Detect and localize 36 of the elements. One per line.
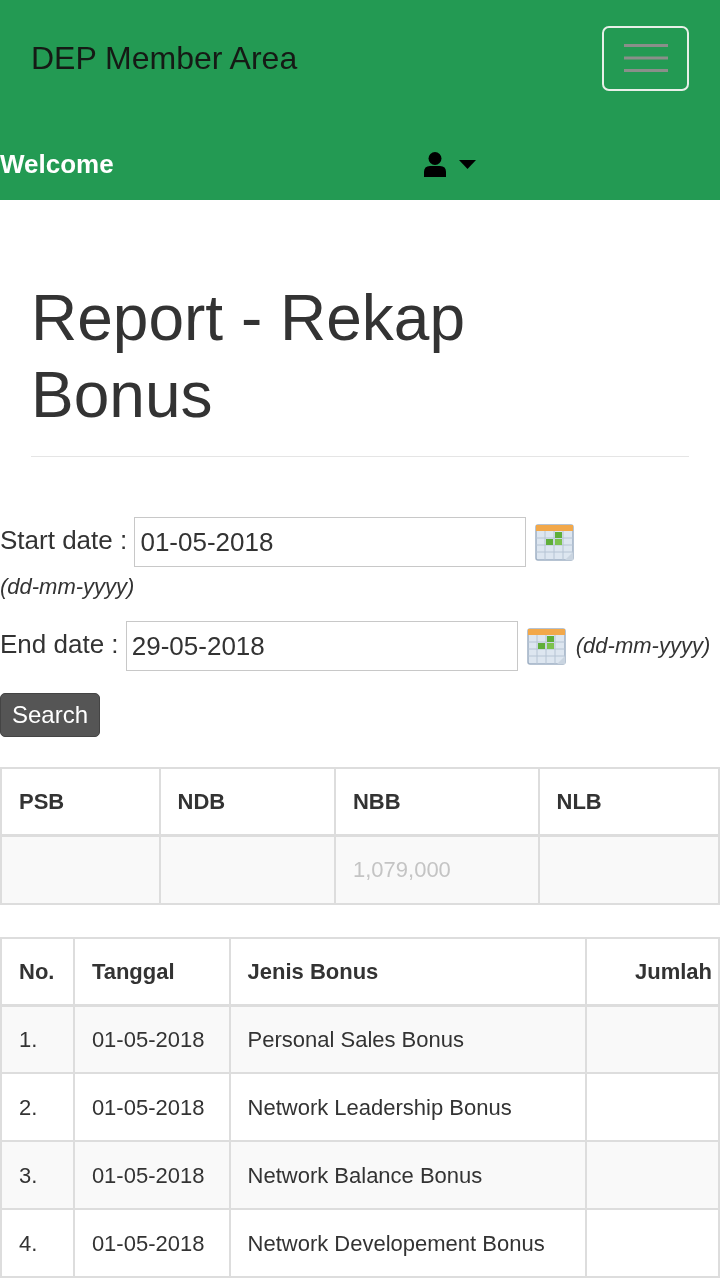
table-cell: 01-05-2018 [73,1209,230,1277]
date-input[interactable]: 29-05-2018 [125,621,518,671]
calendar-icon[interactable] [535,522,576,562]
table-cell: Personal Sales Bonus [229,1005,587,1073]
search-button[interactable]: Search [0,693,101,737]
table-cell: 2. [1,1073,74,1141]
table-cell: 3. [1,1141,74,1209]
table-cell: Network Developement Bonus [229,1209,587,1277]
column-header: NDB [159,768,335,835]
table-cell: Network Balance Bonus [229,1141,587,1209]
field-label: End date : [0,628,119,659]
column-header: NLB [538,768,719,835]
user-icon[interactable] [424,152,446,177]
date-format-note: (dd-mm-yyyy) [0,574,135,599]
brand-title[interactable]: DEP Member Area [31,38,298,78]
column-header: Jenis Bonus [229,938,587,1005]
page-title: Report - Rekap Bonus [31,281,466,433]
table-cell: 1. [1,1005,74,1073]
table-cell: 4. [1,1209,74,1277]
table-cell: 01-05-2018 [73,1141,230,1209]
caret-icon[interactable] [459,160,476,169]
calendar-icon[interactable] [526,626,567,666]
table-cell: 01-05-2018 [73,1073,230,1141]
column-header: No. [1,938,74,1005]
welcome-text: Welcome [0,149,114,179]
field-label: Start date : [0,524,128,555]
date-input[interactable]: 01-05-2018 [134,517,527,567]
menu-button[interactable] [602,25,689,91]
column-header: Tanggal [73,938,230,1005]
column-header: Jumlah [586,938,719,1005]
menu-icon [623,43,668,73]
column-header: NBB [335,768,539,835]
table-cell: Network Leadership Bonus [229,1073,587,1141]
table-cell: 01-05-2018 [73,1005,230,1073]
column-header: PSB [1,768,160,835]
date-format-note: (dd-mm-yyyy) [575,632,711,658]
